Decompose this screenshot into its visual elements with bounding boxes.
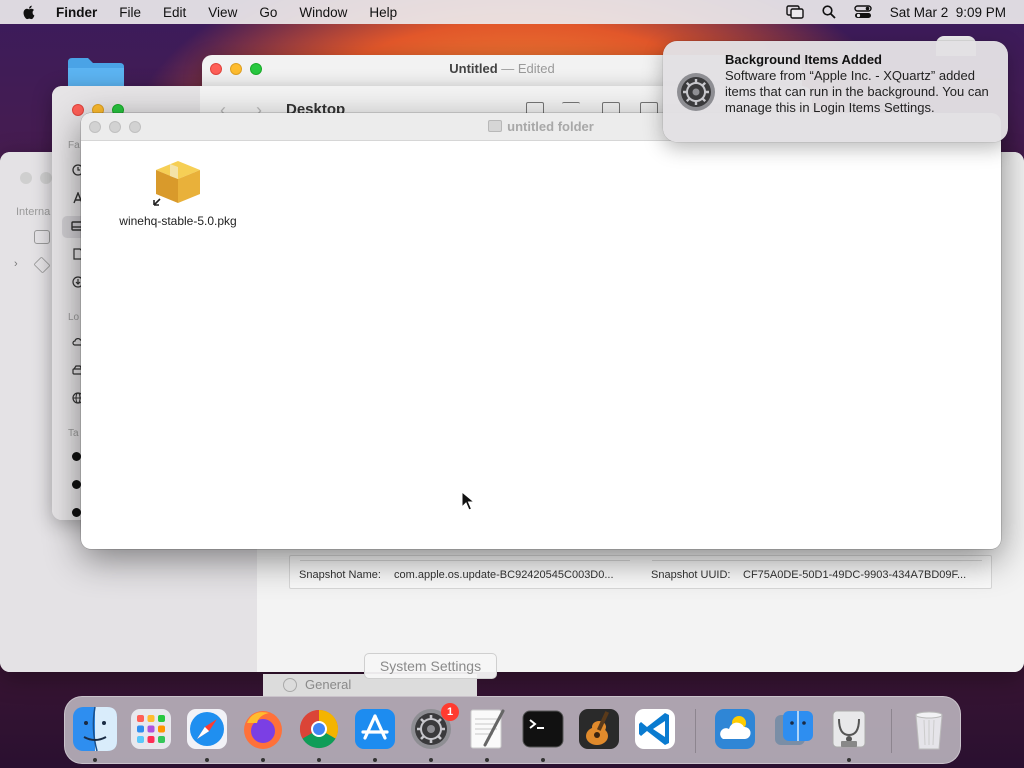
textedit-dock-icon[interactable] <box>463 705 511 753</box>
general-label: General <box>305 677 352 692</box>
running-indicator <box>317 758 321 762</box>
menu-bar: Finder File Edit View Go Window Help Sat… <box>0 0 1024 24</box>
dock-separator <box>891 709 892 753</box>
tag-black-dot[interactable] <box>72 508 81 517</box>
running-indicator <box>373 758 377 762</box>
notification-title: Background Items Added <box>725 52 882 67</box>
firefox-dock-icon[interactable] <box>239 705 287 753</box>
snapshot-name-label: Snapshot Name: <box>299 569 381 581</box>
menu-go[interactable]: Go <box>259 5 277 20</box>
tag-black-dot[interactable] <box>72 452 81 461</box>
running-indicator <box>541 758 545 762</box>
snapshot-uuid-value: CF75A0DE-50D1-49DC-9903-434A7BD09F... <box>743 569 967 581</box>
snapshot-uuid-label: Snapshot UUID: <box>651 569 731 581</box>
background-items-notification[interactable]: Background Items Added Software from “Ap… <box>663 41 1008 142</box>
trash-dock-icon[interactable] <box>905 705 953 753</box>
settings-gear-icon <box>677 73 715 111</box>
folder-title-icon <box>488 120 503 132</box>
disclosure-chevron-icon[interactable]: › <box>14 258 18 270</box>
menu-edit[interactable]: Edit <box>163 5 186 20</box>
terminal-dock-icon[interactable] <box>519 705 567 753</box>
garageband-dock-icon[interactable] <box>575 705 623 753</box>
running-indicator <box>205 758 209 762</box>
vscode-dock-icon[interactable] <box>631 705 679 753</box>
running-indicator <box>429 758 433 762</box>
migration-assistant-dock-icon[interactable] <box>769 705 817 753</box>
settings-close-button[interactable] <box>20 172 32 184</box>
settings-minimize-button[interactable] <box>40 172 52 184</box>
desktop-folder-icon[interactable] <box>66 56 126 90</box>
dock-tooltip: System Settings <box>364 653 497 679</box>
dock-separator <box>695 709 696 753</box>
menu-help[interactable]: Help <box>369 5 397 20</box>
screen-mirroring-icon[interactable] <box>785 5 804 19</box>
notification-body: Software from “Apple Inc. - XQuartz” add… <box>725 68 989 115</box>
package-icon <box>153 161 200 206</box>
general-gear-icon <box>283 678 297 692</box>
settings-notification-badge: 1 <box>441 703 459 721</box>
control-center-icon[interactable] <box>853 5 872 19</box>
tag-black-dot[interactable] <box>72 480 81 489</box>
weather-dock-icon[interactable] <box>711 705 759 753</box>
sidebar-favorites-label: Fa <box>68 140 80 151</box>
snapshot-name-value: com.apple.os.update-BC92420545C003D0... <box>394 569 614 581</box>
sidebar-section-label: Interna <box>16 206 51 218</box>
app-store-dock-icon[interactable] <box>351 705 399 753</box>
chrome-dock-icon[interactable] <box>295 705 343 753</box>
running-indicator <box>261 758 265 762</box>
running-indicator <box>93 758 97 762</box>
sidebar-tags-label: Ta <box>68 428 79 439</box>
untitled-folder-window: untitled folder winehq-stable-5.0.pkg <box>81 113 1001 549</box>
menu-file[interactable]: File <box>119 5 141 20</box>
menu-window[interactable]: Window <box>299 5 347 20</box>
sidebar-locations-label: Lo <box>68 312 80 323</box>
menubar-clock[interactable]: Sat Mar 2 9:09 PM <box>890 5 1006 20</box>
running-indicator <box>485 758 489 762</box>
launchpad-dock-icon[interactable] <box>127 705 175 753</box>
safari-dock-icon[interactable] <box>183 705 231 753</box>
file-name-label: winehq-stable-5.0.pkg <box>119 214 237 228</box>
menu-app-name[interactable]: Finder <box>56 5 97 20</box>
dock <box>64 696 961 764</box>
disk-utility-dock-icon[interactable] <box>825 705 873 753</box>
mouse-cursor-icon <box>461 491 475 511</box>
finder-dock-icon[interactable] <box>71 705 119 753</box>
snapshot-info-panel: Snapshot Name: com.apple.os.update-BC924… <box>289 555 992 589</box>
running-indicator <box>847 758 851 762</box>
apple-menu-icon[interactable] <box>18 4 40 20</box>
drive-icon <box>34 230 50 244</box>
spotlight-search-icon[interactable] <box>822 5 836 19</box>
menu-view[interactable]: View <box>208 5 237 20</box>
